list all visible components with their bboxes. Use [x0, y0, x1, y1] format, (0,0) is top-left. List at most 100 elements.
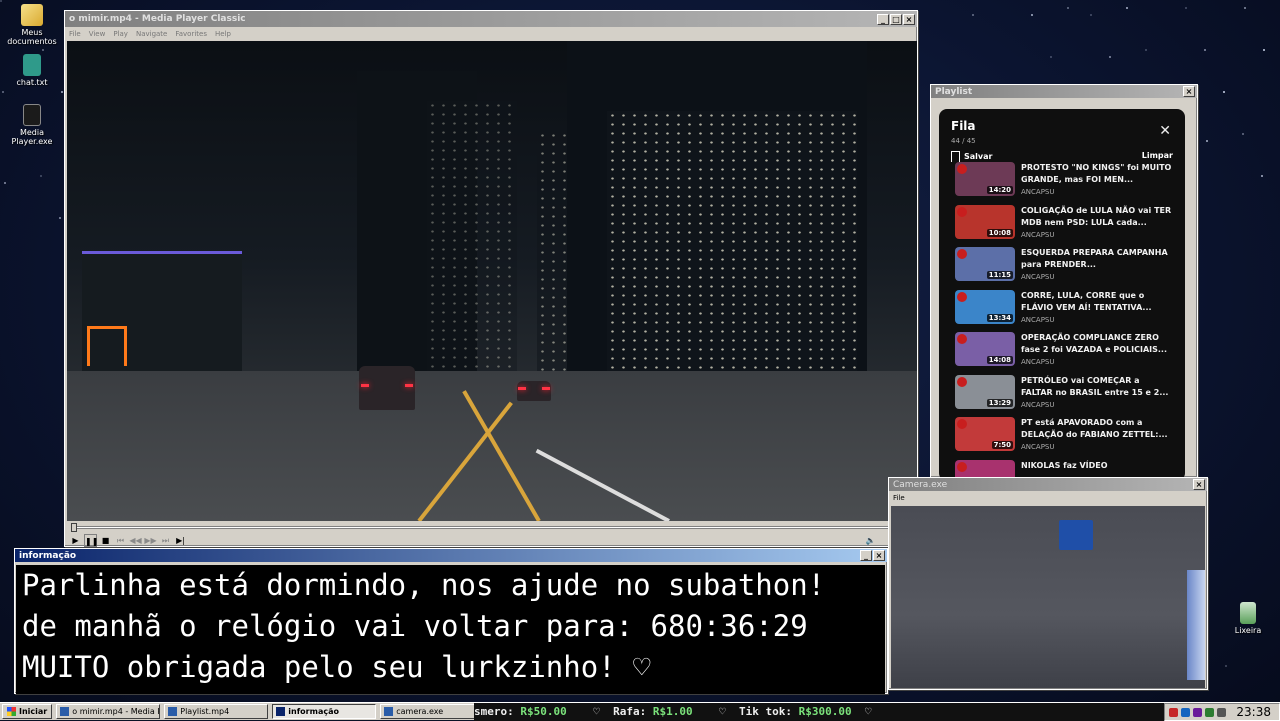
star [1206, 140, 1208, 142]
star [1109, 56, 1111, 58]
seek-thumb[interactable] [71, 523, 77, 532]
taskbar-item-playlist[interactable]: Playlist.mp4 [164, 704, 269, 719]
tray-icon[interactable] [1193, 707, 1202, 717]
menu-file[interactable]: File [69, 30, 81, 38]
camera-icon [384, 707, 394, 716]
queue-item-meta: COLIGAÇÃO de LULA NÃO vai TER MDB nem PS… [1021, 205, 1173, 239]
desktop-icon-recycle-bin[interactable]: Lixeira [1216, 602, 1280, 635]
queue-list: 14:20 PROTESTO "NO KINGS" foi MUITO GRAND… [939, 162, 1185, 481]
menu-favorites[interactable]: Favorites [175, 30, 207, 38]
queue-item[interactable]: 14:08 OPERAÇÃO COMPLIANCE ZERO fase 2 foi… [939, 332, 1185, 375]
video-title: CORRE, LULA, CORRE que o FLÁVIO VEM AÍ! … [1021, 290, 1152, 312]
star [40, 175, 42, 177]
minimize-button[interactable]: _ [877, 13, 889, 25]
taskbar-item-label: camera.exe [396, 707, 444, 716]
close-icon[interactable]: ✕ [1159, 123, 1171, 139]
queue-header: Fila 44 / 45 ✕ [939, 109, 1185, 145]
star [972, 14, 974, 16]
info-message: Parlinha está dormindo, nos ajude no sub… [16, 565, 885, 694]
menu-view[interactable]: View [89, 30, 106, 38]
seek-track[interactable] [71, 526, 913, 529]
video-title: PETRÓLEO vai COMEÇAR a FALTAR no BRASIL … [1021, 375, 1169, 397]
queue-item[interactable]: 13:34 CORRE, LULA, CORRE que o FLÁVIO VEM… [939, 289, 1185, 333]
maximize-button[interactable]: □ [890, 13, 902, 25]
camera-object [1059, 520, 1093, 550]
forward-icon[interactable]: ▶▶ [144, 534, 157, 547]
clear-button[interactable]: Limpar [1142, 151, 1173, 162]
desktop-icon-media-player[interactable]: Media Player.exe [0, 104, 64, 146]
close-button[interactable]: × [1183, 86, 1195, 97]
close-button[interactable]: × [1193, 479, 1205, 490]
info-titlebar[interactable]: informação _ × [15, 549, 887, 562]
tray-icon[interactable] [1181, 707, 1190, 717]
minimize-button[interactable]: _ [860, 550, 872, 561]
ticker-name: smero: [474, 705, 514, 718]
camera-titlebar[interactable]: Camera.exe × [889, 478, 1207, 491]
play-icon[interactable]: ▶ [69, 534, 82, 547]
video-thumbnail[interactable]: 13:34 [955, 289, 1015, 324]
start-button[interactable]: Iniciar [2, 704, 53, 719]
star [1145, 49, 1147, 51]
video-thumbnail[interactable]: 13:29 [955, 374, 1015, 409]
queue-item[interactable]: 14:20 PROTESTO "NO KINGS" foi MUITO GRAND… [939, 162, 1185, 205]
donation-ticker: smero: R$50.00 ♡ Rafa: R$1.00 ♡ Tik tok:… [474, 703, 1164, 721]
taskbar-item-informacao[interactable]: informação [272, 704, 377, 719]
taskbar: Iniciar o mimir.mp4 - Media Playe... Pla… [0, 702, 1280, 721]
clock[interactable]: 23:38 [1236, 705, 1271, 719]
star [1225, 665, 1227, 667]
star [1242, 133, 1244, 135]
menu-file[interactable]: File [893, 494, 905, 502]
video-title: ESQUERDA PREPARA CAMPANHA para PRENDER..… [1021, 248, 1168, 269]
star [4, 182, 6, 184]
stop-icon[interactable]: ■ [99, 534, 112, 547]
star [1185, 7, 1187, 9]
rewind-icon[interactable]: ◀◀ [129, 534, 142, 547]
save-label: Salvar [964, 152, 993, 161]
media-player-titlebar[interactable]: o mimir.mp4 - Media Player Classic _ □ × [65, 11, 917, 27]
close-button[interactable]: × [903, 13, 915, 25]
building [607, 111, 857, 371]
tray-icon[interactable] [1169, 707, 1178, 717]
queue-item[interactable]: 13:29 PETRÓLEO vai COMEÇAR a FALTAR no BR… [939, 374, 1185, 418]
video-thumbnail[interactable]: 7:50 [955, 417, 1015, 451]
duration-badge: 14:08 [986, 356, 1013, 364]
duration-badge: 7:50 [991, 441, 1013, 449]
taskbar-item-media-player[interactable]: o mimir.mp4 - Media Playe... [56, 704, 161, 719]
menu-play[interactable]: Play [113, 30, 128, 38]
playlist-window-title: Playlist [935, 86, 973, 97]
pause-icon[interactable]: ❚❚ [84, 533, 98, 547]
menu-navigate[interactable]: Navigate [136, 30, 167, 38]
video-thumbnail[interactable]: 14:20 [955, 162, 1015, 196]
close-button[interactable]: × [873, 550, 885, 561]
video-thumbnail[interactable]: 10:08 [955, 204, 1015, 239]
heart-icon: ♡ [573, 705, 607, 718]
next-icon[interactable]: ⏭ [159, 534, 172, 547]
menu-help[interactable]: Help [215, 30, 231, 38]
speaker-icon[interactable] [1217, 707, 1226, 717]
video-frame[interactable] [67, 41, 917, 521]
frame-step-icon[interactable]: ▶| [174, 534, 187, 547]
save-button[interactable]: Salvar [951, 151, 992, 162]
channel-name: ANCAPSU [1021, 400, 1055, 409]
seek-bar[interactable] [67, 523, 917, 532]
tray-icon[interactable] [1205, 707, 1214, 717]
video-thumbnail[interactable]: 14:08 [955, 332, 1015, 366]
star [59, 217, 61, 219]
desktop-icon-chat-txt[interactable]: chat.txt [0, 54, 64, 87]
video-title: NIKOLAS faz VÍDEO [1021, 460, 1108, 470]
previous-icon[interactable]: ⏮ [114, 534, 127, 547]
volume-icon[interactable]: 🔈 [864, 534, 877, 547]
channel-name: ANCAPSU [1021, 358, 1055, 366]
star [1050, 56, 1052, 58]
channel-logo-icon [957, 164, 967, 174]
taskbar-item-camera[interactable]: camera.exe [380, 704, 485, 719]
queue-item[interactable]: 11:15 ESQUERDA PREPARA CAMPANHA para PREN… [939, 247, 1185, 290]
desktop-icon-documents[interactable]: Meus documentos [0, 4, 64, 46]
queue-item[interactable]: 10:08 COLIGAÇÃO de LULA NÃO vai TER MDB n… [939, 204, 1185, 248]
video-thumbnail[interactable]: 11:15 [955, 247, 1015, 281]
queue-count: 44 / 45 [951, 137, 976, 145]
queue-item[interactable]: 7:50 PT está APAVORADO com a DELAÇÃO do F… [939, 417, 1185, 460]
playlist-titlebar[interactable]: Playlist × [931, 85, 1197, 98]
playlist-window: Playlist × Fila 44 / 45 ✕ Salvar Limpar … [930, 84, 1198, 481]
star [0, 0, 2, 2]
